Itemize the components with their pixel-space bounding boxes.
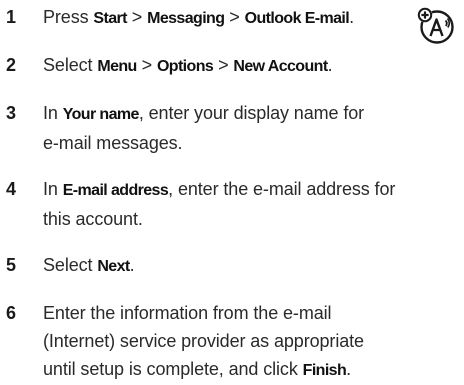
step-text: Select Next.	[43, 251, 458, 281]
step-text-plain: Select	[43, 255, 98, 275]
step-number: 2	[6, 55, 17, 75]
step-text: In Your name, enter your display name fo…	[43, 99, 458, 157]
ui-term-finish: Finish	[302, 362, 347, 379]
step-text-plain: (Internet) service provider as appropria…	[43, 331, 364, 351]
step-number: 4	[6, 179, 17, 199]
ui-term-your-name: Your name	[62, 106, 140, 123]
step-text-plain: In	[43, 103, 63, 123]
step-text-plain: , enter the e-mail address for	[168, 179, 396, 199]
step-text-plain: Press	[43, 7, 94, 27]
step-number: 1	[6, 7, 17, 27]
personalize-feature-icon	[417, 7, 454, 44]
step-text-plain: Select	[43, 55, 98, 75]
ui-term-messaging: Messaging	[147, 10, 225, 27]
step-text-plain: e-mail messages.	[43, 133, 183, 153]
step-text: In E-mail address, enter the e-mail addr…	[43, 175, 458, 233]
step-text: Select Menu > Options > New Account.	[43, 51, 458, 81]
step-text: Enter the information from the e-mail (In…	[43, 299, 458, 385]
ui-term-menu: Menu	[97, 58, 137, 75]
ui-term-next: Next	[97, 258, 130, 275]
step-text-separator: >	[136, 55, 157, 75]
step-number: 6	[6, 303, 17, 323]
step-text-period: .	[349, 7, 355, 27]
step-text-separator: >	[126, 7, 148, 27]
step-text-plain: this account.	[43, 209, 143, 229]
step-number: 5	[6, 255, 17, 275]
ui-term-options: Options	[156, 58, 214, 75]
ui-term-outlook-email: Outlook E-mail	[244, 10, 350, 27]
step-text-plain: , enter your display name for	[138, 103, 365, 123]
ui-term-new-account: New Account	[233, 58, 328, 75]
step-text-separator: >	[213, 55, 234, 75]
step-text: Press Start > Messaging > Outlook E-mail…	[43, 3, 458, 33]
step-text-plain: until setup is complete, and click	[43, 359, 303, 379]
step-text-period: .	[129, 255, 135, 275]
ui-term-email-address: E-mail address	[62, 182, 169, 199]
step-text-plain: In	[43, 179, 63, 199]
step-text-period: .	[327, 55, 333, 75]
step-text-period: .	[346, 359, 352, 379]
step-text-plain: Enter the information from the e-mail	[43, 303, 332, 323]
step-number: 3	[6, 103, 17, 123]
instruction-steps: 1 Press Start > Messaging > Outlook E-ma…	[0, 0, 464, 379]
ui-term-start: Start	[93, 10, 127, 27]
step-text-separator: >	[224, 7, 245, 27]
